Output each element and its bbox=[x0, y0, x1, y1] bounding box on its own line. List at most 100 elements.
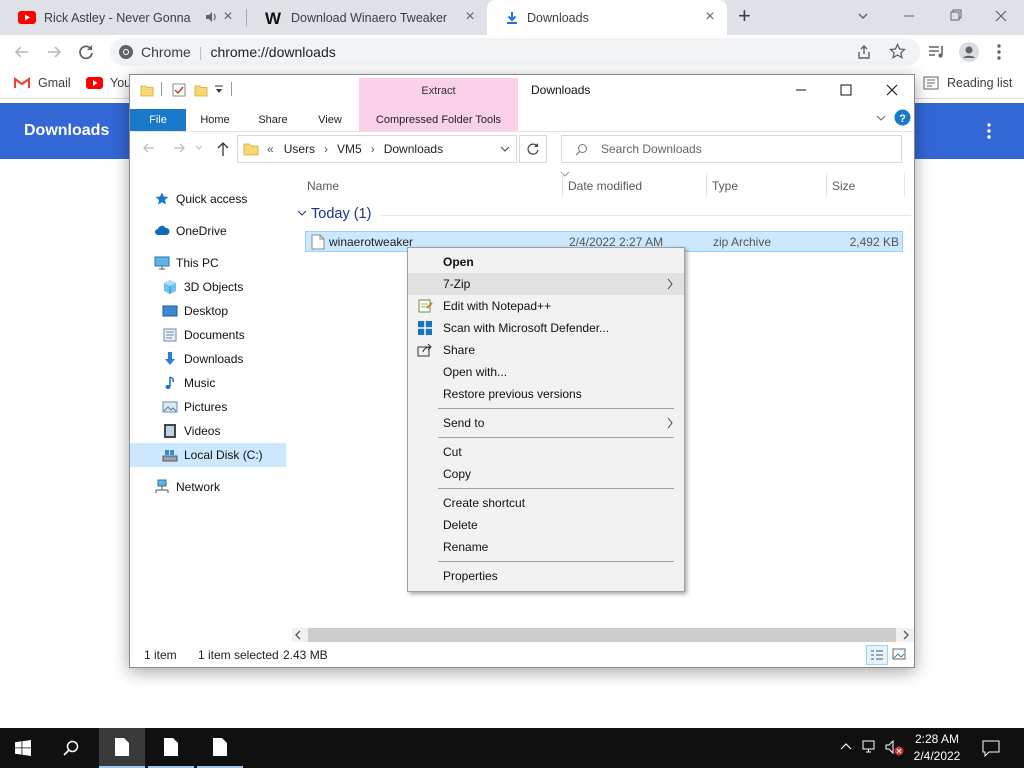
menu-item-open-with[interactable]: Open with... bbox=[408, 361, 684, 383]
chrome-menu-icon[interactable] bbox=[996, 42, 1002, 62]
menu-item-rename[interactable]: Rename bbox=[408, 536, 684, 558]
menu-item-delete[interactable]: Delete bbox=[408, 514, 684, 536]
tab-winaero[interactable]: W Download Winaero Tweaker × bbox=[247, 0, 487, 35]
nav-music[interactable]: Music bbox=[130, 371, 286, 395]
close-tab-icon[interactable]: × bbox=[221, 9, 235, 25]
menu-item-open[interactable]: Open bbox=[408, 251, 684, 273]
network-status-icon[interactable] bbox=[862, 740, 878, 754]
column-divider[interactable] bbox=[706, 173, 707, 197]
new-folder-icon[interactable] bbox=[194, 83, 208, 97]
column-date-modified[interactable]: Date modified bbox=[568, 179, 642, 193]
nav-this-pc[interactable]: This PC bbox=[130, 251, 286, 275]
minimize-icon[interactable] bbox=[898, 6, 920, 26]
tab-downloads[interactable]: Downloads × bbox=[487, 0, 727, 35]
help-icon[interactable]: ? bbox=[894, 109, 911, 126]
nav-3d-objects[interactable]: 3D Objects bbox=[130, 275, 286, 299]
bookmark-star-icon[interactable] bbox=[889, 43, 906, 60]
new-tab-button[interactable]: + bbox=[738, 5, 751, 27]
minimize-icon[interactable] bbox=[794, 83, 808, 97]
column-divider[interactable] bbox=[826, 173, 827, 197]
search-button[interactable] bbox=[48, 728, 94, 768]
breadcrumb-chevron-icon[interactable]: › bbox=[371, 142, 375, 156]
reload-icon[interactable] bbox=[76, 42, 96, 62]
clock-date[interactable]: 2/4/2022 bbox=[908, 749, 966, 764]
clock-time[interactable]: 2:28 AM bbox=[912, 732, 962, 747]
expand-ribbon-icon[interactable] bbox=[875, 113, 887, 123]
qat-customize-icon[interactable] bbox=[214, 84, 224, 96]
nav-downloads[interactable]: Downloads bbox=[130, 347, 286, 371]
show-hidden-icons-icon[interactable] bbox=[840, 741, 852, 753]
profile-avatar-icon[interactable] bbox=[959, 42, 979, 62]
breadcrumb-downloads[interactable]: Downloads bbox=[384, 142, 443, 156]
close-window-icon[interactable] bbox=[885, 83, 899, 97]
nav-onedrive[interactable]: OneDrive bbox=[130, 219, 286, 243]
back-icon[interactable] bbox=[142, 141, 156, 155]
url-text[interactable]: chrome://downloads bbox=[210, 44, 335, 60]
nav-documents[interactable]: Documents bbox=[130, 323, 286, 347]
tab-compressed-folder-tools[interactable]: Compressed Folder Tools bbox=[360, 109, 517, 131]
recent-locations-icon[interactable] bbox=[195, 145, 203, 151]
action-center-icon[interactable] bbox=[982, 739, 1000, 757]
column-type[interactable]: Type bbox=[712, 179, 738, 193]
close-tab-icon[interactable]: × bbox=[703, 9, 717, 25]
tab-rick-astley[interactable]: Rick Astley - Never Gonna G × bbox=[0, 0, 245, 35]
taskbar-app-2[interactable] bbox=[148, 728, 194, 768]
column-divider[interactable] bbox=[562, 173, 563, 197]
group-collapse-icon[interactable] bbox=[297, 209, 307, 217]
refresh-button[interactable] bbox=[519, 135, 547, 163]
volume-muted-icon[interactable] bbox=[885, 739, 905, 757]
menu-item-copy[interactable]: Copy bbox=[408, 463, 684, 485]
column-name[interactable]: Name bbox=[307, 179, 339, 193]
menu-item-share[interactable]: Share bbox=[408, 339, 684, 361]
bookmark-gmail[interactable]: Gmail bbox=[14, 76, 71, 90]
breadcrumb-vm5[interactable]: VM5 bbox=[337, 142, 362, 156]
up-icon[interactable] bbox=[216, 141, 230, 157]
menu-item-create-shortcut[interactable]: Create shortcut bbox=[408, 492, 684, 514]
scroll-left-icon[interactable] bbox=[294, 630, 302, 640]
media-control-icon[interactable] bbox=[928, 44, 946, 60]
taskbar-app-1[interactable] bbox=[99, 728, 145, 768]
tab-file[interactable]: File bbox=[130, 109, 186, 131]
audio-playing-icon[interactable] bbox=[205, 11, 217, 23]
breadcrumb-overflow[interactable]: « bbox=[267, 142, 274, 156]
taskbar-app-3[interactable] bbox=[197, 728, 243, 768]
column-size[interactable]: Size bbox=[832, 179, 855, 193]
menu-item-send-to[interactable]: Send to bbox=[408, 412, 684, 434]
nav-network[interactable]: Network bbox=[130, 475, 286, 499]
close-window-icon[interactable] bbox=[990, 6, 1012, 26]
tab-search-icon[interactable] bbox=[852, 6, 874, 26]
downloads-menu-icon[interactable] bbox=[986, 121, 992, 141]
menu-item-7zip[interactable]: 7-Zip bbox=[408, 273, 684, 295]
omnibox[interactable]: Chrome | chrome://downloads bbox=[110, 38, 920, 66]
close-tab-icon[interactable]: × bbox=[463, 9, 477, 25]
tab-view[interactable]: View bbox=[305, 109, 355, 131]
menu-item-scan-defender[interactable]: Scan with Microsoft Defender... bbox=[408, 317, 684, 339]
details-view-button[interactable] bbox=[866, 645, 888, 665]
menu-item-properties[interactable]: Properties bbox=[408, 565, 684, 587]
forward-icon[interactable] bbox=[172, 141, 186, 155]
scroll-right-icon[interactable] bbox=[902, 630, 910, 640]
properties-icon[interactable] bbox=[172, 83, 186, 97]
tab-share[interactable]: Share bbox=[248, 109, 298, 131]
nav-local-disk[interactable]: Local Disk (C:) bbox=[130, 443, 286, 467]
menu-item-edit-notepad[interactable]: Edit with Notepad++ bbox=[408, 295, 684, 317]
large-icons-view-icon[interactable] bbox=[892, 647, 906, 661]
breadcrumb-chevron-icon[interactable]: › bbox=[324, 142, 328, 156]
nav-quick-access[interactable]: Quick access bbox=[130, 187, 286, 211]
menu-item-restore-versions[interactable]: Restore previous versions bbox=[408, 383, 684, 405]
search-box[interactable]: Search Downloads bbox=[561, 135, 902, 163]
menu-item-cut[interactable]: Cut bbox=[408, 441, 684, 463]
nav-videos[interactable]: Videos bbox=[130, 419, 286, 443]
maximize-icon[interactable] bbox=[839, 83, 853, 97]
nav-pictures[interactable]: Pictures bbox=[130, 395, 286, 419]
nav-desktop[interactable]: Desktop bbox=[130, 299, 286, 323]
restore-icon[interactable] bbox=[944, 6, 966, 26]
group-header[interactable]: Today (1) bbox=[311, 206, 371, 222]
address-bar[interactable]: « Users › VM5 › Downloads bbox=[237, 135, 517, 163]
share-icon[interactable] bbox=[856, 44, 872, 60]
column-divider[interactable] bbox=[904, 173, 905, 197]
bookmark-youtube[interactable]: You bbox=[86, 76, 131, 90]
scrollbar-thumb[interactable] bbox=[308, 628, 896, 642]
start-button[interactable] bbox=[0, 728, 46, 768]
address-dropdown-icon[interactable] bbox=[500, 145, 510, 153]
